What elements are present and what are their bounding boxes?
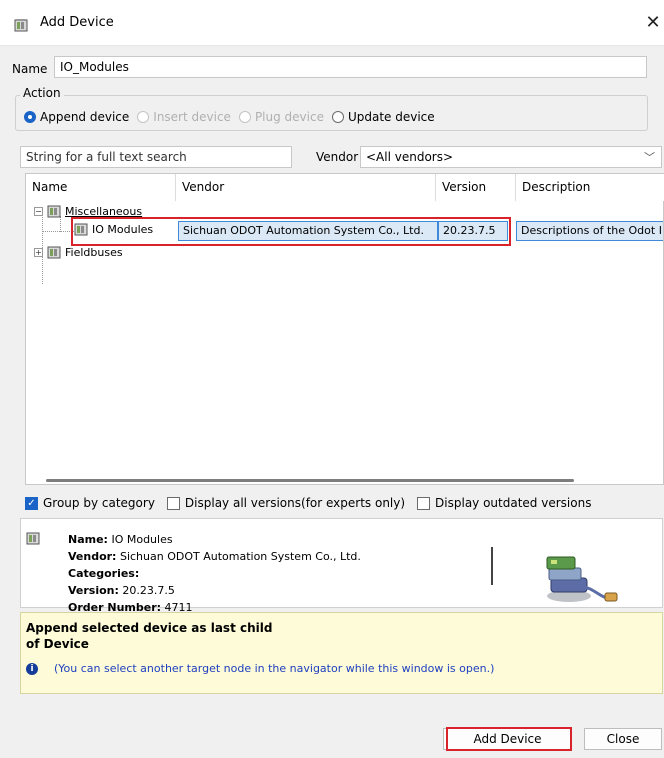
highlight-box <box>71 217 511 246</box>
display-all-versions-checkbox[interactable]: Display all versions(for experts only) <box>166 496 406 510</box>
close-button[interactable]: Close <box>584 728 662 750</box>
tree-line <box>42 231 74 232</box>
highlight-box <box>446 727 572 751</box>
name-label: Name <box>12 62 48 76</box>
group-by-category-label: Group by category <box>43 496 155 510</box>
info-name-value: IO Modules <box>111 533 173 546</box>
vendor-select[interactable]: <All vendors> ﹀ <box>360 146 662 168</box>
info-categories-label: Categories: <box>68 567 140 580</box>
network-device-icon <box>546 556 618 602</box>
hint-title: Append selected device as last child of … <box>26 621 273 651</box>
update-device-label: Update device <box>347 110 435 124</box>
device-icon <box>47 205 61 218</box>
option-row: ✓ Group by category Display all versions(… <box>25 496 591 510</box>
display-outdated-checkbox[interactable]: Display outdated versions <box>417 496 591 510</box>
check-icon: ✓ <box>25 496 38 510</box>
device-icon <box>14 17 28 32</box>
plug-device-radio[interactable]: Plug device <box>238 110 324 124</box>
name-input[interactable]: IO_Modules <box>54 56 647 78</box>
collapse-icon[interactable]: − <box>34 206 43 216</box>
chevron-down-icon: ﹀ <box>644 151 655 164</box>
group-by-category-checkbox[interactable]: ✓ Group by category <box>25 496 155 510</box>
tree-group-label: Miscellaneous <box>65 204 143 218</box>
insert-device-radio[interactable]: Insert device <box>137 110 231 124</box>
action-radio-row: Append device Insert device Plug device … <box>24 110 435 124</box>
hint-info-row: i (You can select another target node in… <box>26 662 494 675</box>
info-version-value: 20.23.7.5 <box>122 584 175 597</box>
close-icon[interactable]: ✕ <box>642 10 664 36</box>
search-input[interactable]: String for a full text search <box>20 146 292 168</box>
splitter[interactable] <box>491 547 493 585</box>
device-description-cell[interactable]: Descriptions of the Odot I <box>516 221 663 241</box>
window-title: Add Device <box>40 15 114 30</box>
device-icon <box>26 530 40 545</box>
tree-group-miscellaneous[interactable]: − Miscellaneous <box>34 204 142 218</box>
info-vendor-label: Vendor: <box>68 550 117 563</box>
hint-text: (You can select another target node in t… <box>54 662 495 675</box>
device-image <box>511 530 643 607</box>
tree-group-label: Fieldbuses <box>65 245 123 259</box>
device-tree[interactable]: Name Vendor Version Description − Miscel… <box>25 173 664 485</box>
tree-group-fieldbuses[interactable]: + Fieldbuses <box>34 245 123 259</box>
info-name-label: Name: <box>68 533 108 546</box>
expand-icon[interactable]: + <box>34 247 43 257</box>
append-device-label: Append device <box>40 110 130 124</box>
insert-device-label: Insert device <box>153 110 231 124</box>
update-device-radio[interactable]: Update device <box>331 110 435 124</box>
column-header-vendor[interactable]: Vendor <box>176 174 436 201</box>
vendor-label: Vendor <box>316 150 359 164</box>
append-device-radio[interactable]: Append device <box>24 110 129 124</box>
info-icon: i <box>26 662 38 675</box>
column-header-version[interactable]: Version <box>436 174 516 201</box>
device-icon <box>47 246 61 259</box>
info-version-label: Version: <box>68 584 119 597</box>
action-legend: Action <box>20 86 64 100</box>
device-info-text: Name: IO Modules Vendor: Sichuan ODOT Au… <box>68 531 361 616</box>
display-outdated-label: Display outdated versions <box>435 496 592 510</box>
horizontal-scrollbar[interactable] <box>46 479 574 482</box>
column-header-name[interactable]: Name <box>26 174 176 201</box>
tree-line <box>60 216 61 232</box>
column-header-description[interactable]: Description <box>516 174 664 201</box>
plug-device-label: Plug device <box>254 110 324 124</box>
vendor-select-value: <All vendors> <box>366 150 454 164</box>
info-vendor-value: Sichuan ODOT Automation System Co., Ltd. <box>119 550 361 563</box>
display-all-versions-label: Display all versions(for experts only) <box>184 496 406 510</box>
